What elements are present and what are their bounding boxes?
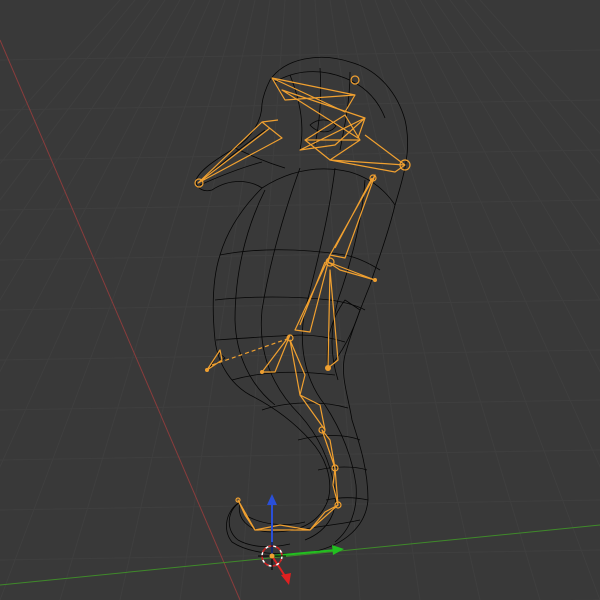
- mesh-contour-2: [234, 147, 286, 169]
- y-axis-arrow-head[interactable]: [332, 545, 344, 555]
- joint-belly-tip: [260, 370, 264, 374]
- object-origin-dot: [269, 553, 275, 559]
- seahorse-armature[interactable]: [194, 75, 411, 531]
- floor-grid: [0, 0, 600, 600]
- grid-line: [374, 0, 600, 600]
- grid-line: [314, 0, 361, 600]
- bone-snout[interactable]: [197, 119, 283, 184]
- mesh-contour-6: [231, 371, 336, 381]
- grid-line: [0, 0, 211, 468]
- grid-line: [359, 0, 541, 600]
- joint-chest-fin: [373, 278, 377, 282]
- x-axis-arrow-head[interactable]: [281, 573, 291, 585]
- transform-gizmo[interactable]: [258, 494, 344, 585]
- grid-line: [329, 0, 421, 600]
- grid-line: [179, 0, 271, 600]
- x-axis-line: [0, 39, 241, 600]
- mesh-contour-9: [317, 466, 368, 471]
- joint-dorsal: [325, 365, 331, 371]
- bone-relationship-line: [211, 337, 291, 366]
- mesh-tail-curl: [228, 501, 306, 548]
- mesh-contour-10: [325, 497, 369, 501]
- bone-neck[interactable]: [329, 174, 376, 259]
- grid-line: [389, 0, 600, 468]
- z-axis-arrow-head[interactable]: [267, 494, 277, 505]
- grid-line: [0, 0, 226, 600]
- bone-belly[interactable]: [261, 334, 291, 373]
- mesh-flow-1: [260, 167, 336, 541]
- joint-pectoral: [205, 368, 209, 372]
- grid-line: [119, 0, 256, 600]
- viewport-scene[interactable]: [0, 0, 600, 600]
- 3d-viewport[interactable]: [0, 0, 600, 600]
- grid-line: [239, 0, 286, 600]
